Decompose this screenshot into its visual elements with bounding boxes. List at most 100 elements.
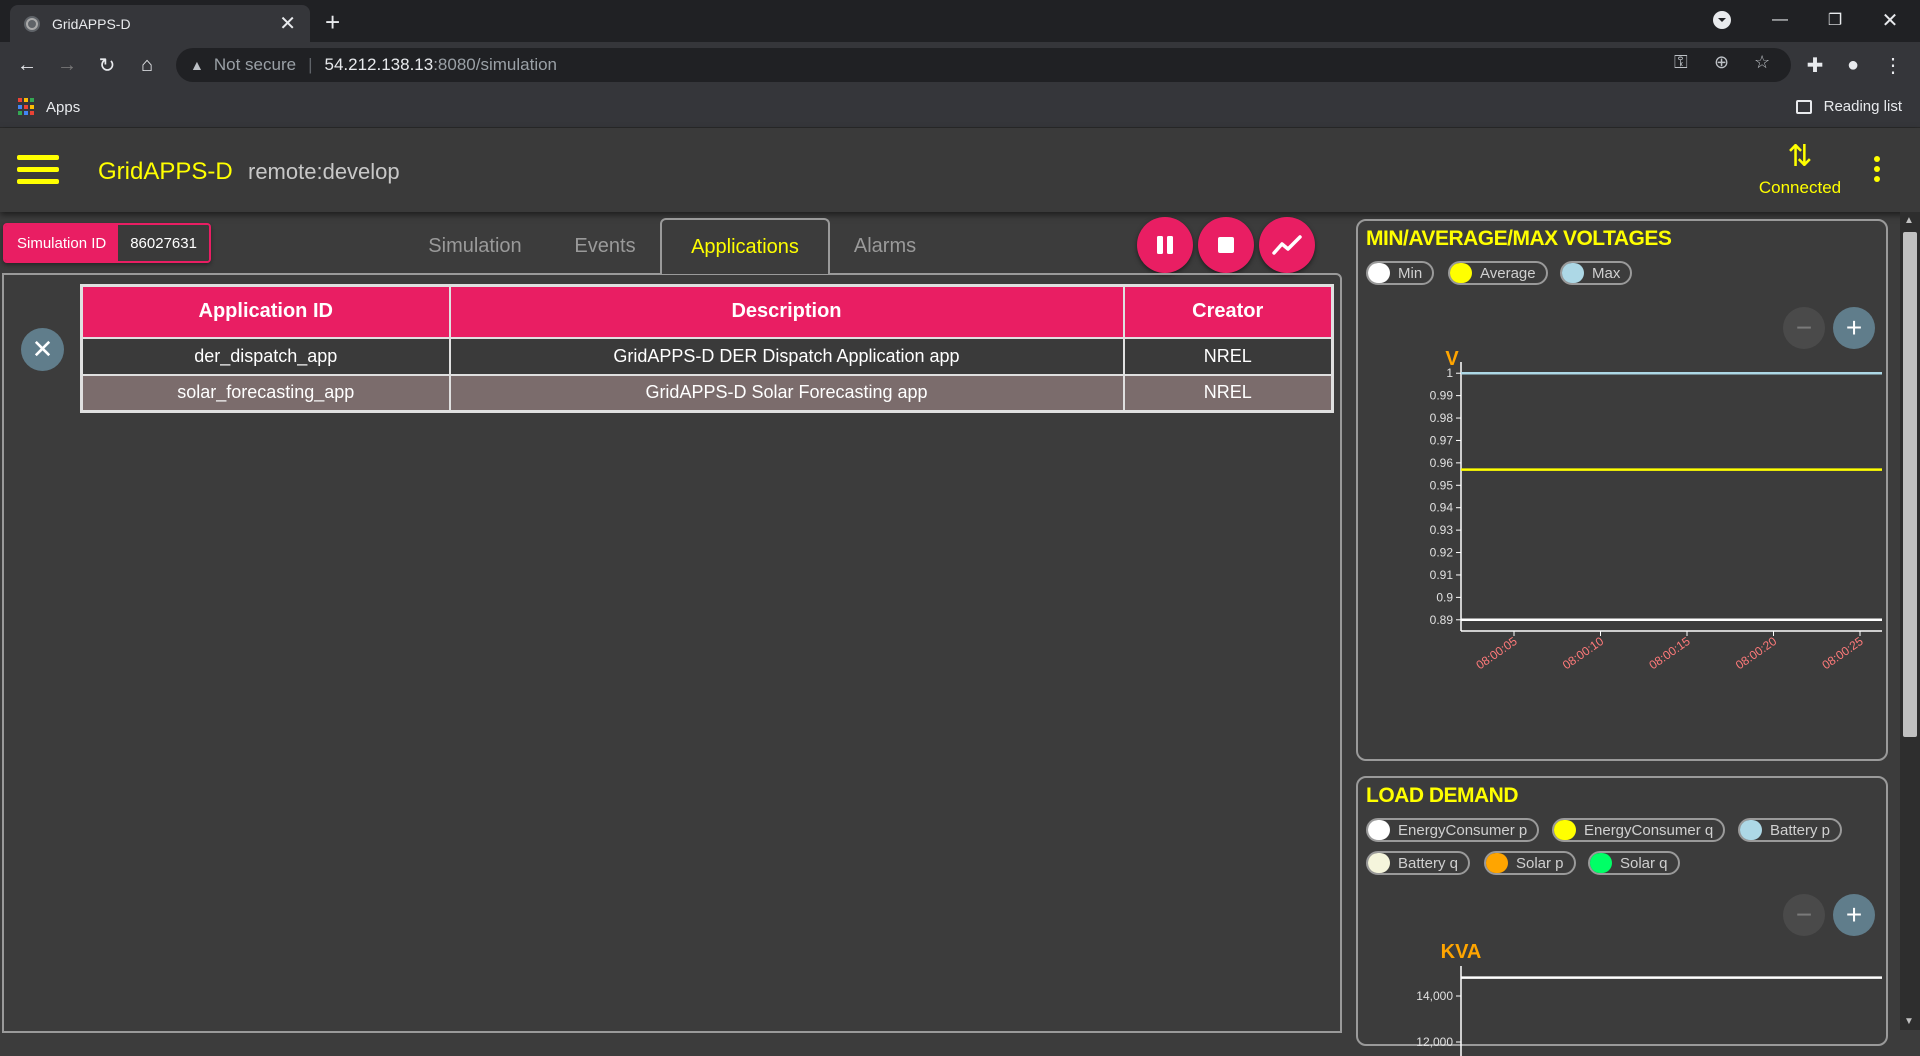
column-header-description[interactable]: Description <box>448 284 1125 339</box>
reading-list-label: Reading list <box>1823 98 1902 115</box>
simulation-id-label: Simulation ID <box>5 225 119 261</box>
load-demand-card: LOAD DEMAND EnergyConsumer p EnergyConsu… <box>1356 776 1888 1056</box>
y-tick-label: 0.92 <box>1430 546 1454 560</box>
x-tick-label: 08:00:20 <box>1733 634 1780 672</box>
profile-icon[interactable]: ● <box>1838 50 1868 80</box>
tab-alarms[interactable]: Alarms <box>830 218 940 274</box>
legend-toggle-battery-q[interactable]: Battery q <box>1366 851 1471 875</box>
minimize-icon[interactable]: — <box>1760 0 1800 40</box>
x-tick-label: 08:00:10 <box>1560 634 1607 672</box>
stop-button[interactable] <box>1198 217 1254 273</box>
home-icon[interactable]: ⌂ <box>132 50 162 80</box>
legend-toggle-solar-q[interactable]: Solar q <box>1588 851 1680 875</box>
legend-label: Solar p <box>1516 854 1564 872</box>
extensions-icon[interactable]: ✚ <box>1800 50 1830 80</box>
tab-events[interactable]: Events <box>550 218 660 274</box>
apps-bookmark[interactable]: Apps <box>18 98 80 116</box>
y-tick-label: 14,000 <box>1416 989 1453 1003</box>
close-icon: ✕ <box>31 334 54 364</box>
column-header-creator[interactable]: Creator <box>1122 284 1334 339</box>
close-panel-button[interactable]: ✕ <box>21 328 64 371</box>
y-axis-label: KVA <box>1441 941 1482 963</box>
minus-icon: − <box>1795 312 1813 343</box>
close-tab-icon[interactable]: ✕ <box>279 11 296 36</box>
legend-label: Max <box>1592 264 1621 282</box>
more-vert-icon[interactable] <box>1874 156 1884 186</box>
plus-icon: + <box>1845 899 1863 930</box>
url-field[interactable]: ▲ Not secure | 54.212.138.13 :8080/simul… <box>176 48 1791 82</box>
y-tick-label: 0.97 <box>1430 433 1454 447</box>
show-plots-button[interactable] <box>1259 217 1315 273</box>
connection-status[interactable]: ⇅ Connected <box>1755 142 1845 198</box>
globe-icon <box>24 15 40 32</box>
browser-tab-strip: GridAPPS-D ✕ + — ❐ ✕ <box>0 0 1920 42</box>
table-row[interactable]: solar_forecasting_app GridAPPS-D Solar F… <box>80 373 1334 413</box>
reading-list-button[interactable]: Reading list <box>1795 98 1902 115</box>
legend-toggle-energyconsumer-p[interactable]: EnergyConsumer p <box>1366 818 1540 842</box>
apps-label: Apps <box>46 98 81 116</box>
back-icon[interactable]: ← <box>12 50 42 80</box>
column-header-application-id[interactable]: Application ID <box>80 284 451 339</box>
legend-label: EnergyConsumer p <box>1398 821 1528 839</box>
forward-icon[interactable]: → <box>52 50 82 80</box>
legend-toggle-solar-p[interactable]: Solar p <box>1484 851 1576 875</box>
simulation-id-badge: Simulation ID 86027631 <box>3 223 211 263</box>
scroll-down-icon[interactable]: ▼ <box>1904 1016 1914 1027</box>
cell-description: GridAPPS-D Solar Forecasting app <box>448 373 1125 413</box>
legend-toggle-max[interactable]: Max <box>1560 261 1633 285</box>
legend-swatch <box>1450 263 1472 283</box>
browser-tab[interactable]: GridAPPS-D ✕ <box>10 5 310 42</box>
stop-icon <box>1218 237 1234 253</box>
voltage-chart: V10.990.980.970.960.950.940.930.920.910.… <box>1430 348 1882 672</box>
legend-label: EnergyConsumer q <box>1584 821 1714 839</box>
star-icon[interactable]: ☆ <box>1754 52 1770 73</box>
table-header-row: Application ID Description Creator <box>80 284 1334 339</box>
legend-toggle-min[interactable]: Min <box>1366 261 1435 285</box>
legend-swatch <box>1590 853 1612 873</box>
legend-swatch <box>1554 820 1576 840</box>
zoom-out-button[interactable]: − <box>1783 307 1825 349</box>
url-path: :8080/simulation <box>433 55 558 74</box>
legend-toggle-energyconsumer-q[interactable]: EnergyConsumer q <box>1552 818 1726 842</box>
zoom-out-button[interactable]: − <box>1783 894 1825 936</box>
legend-swatch <box>1368 263 1390 283</box>
applications-table: Application ID Description Creator der_d… <box>80 284 1334 413</box>
zoom-in-button[interactable]: + <box>1833 307 1875 349</box>
legend-toggle-average[interactable]: Average <box>1448 261 1548 285</box>
new-tab-icon[interactable]: + <box>325 7 340 38</box>
legend-swatch <box>1368 853 1390 873</box>
profile-dropdown-icon[interactable] <box>1705 0 1739 40</box>
legend-label: Battery q <box>1398 854 1459 872</box>
page-scrollbar[interactable]: ▲ ▼ <box>1900 212 1920 1030</box>
close-window-icon[interactable]: ✕ <box>1870 0 1910 40</box>
scrollbar-thumb[interactable] <box>1903 232 1917 737</box>
simulation-id-value: 86027631 <box>118 225 209 261</box>
legend-swatch <box>1486 853 1508 873</box>
tab-simulation[interactable]: Simulation <box>410 218 540 274</box>
app-subtitle: remote:develop <box>248 159 400 184</box>
hamburger-menu-icon[interactable] <box>17 155 59 185</box>
cell-creator: NREL <box>1122 373 1334 413</box>
pause-icon <box>1157 236 1173 254</box>
tab-applications[interactable]: Applications <box>660 218 830 274</box>
key-icon[interactable]: ⚿ <box>1674 52 1688 73</box>
x-tick-label: 08:00:25 <box>1819 634 1866 672</box>
legend-toggle-battery-p[interactable]: Battery p <box>1738 818 1843 842</box>
not-secure-label: Not secure <box>213 55 297 74</box>
app-header: GridAPPS-D remote:develop ⇅ Connected <box>0 128 1920 212</box>
swap-vertical-icon: ⇅ <box>1787 140 1813 173</box>
y-tick-label: 0.95 <box>1430 478 1454 492</box>
trending-icon <box>1272 235 1302 255</box>
load-chart: KVA 14,000 12,000 <box>1416 941 1882 1056</box>
y-tick-label: 0.9 <box>1436 590 1453 604</box>
zoom-in-button[interactable]: + <box>1833 894 1875 936</box>
zoom-icon[interactable]: ⊕ <box>1714 52 1729 73</box>
restore-icon[interactable]: ❐ <box>1815 0 1855 40</box>
cell-application-id: solar_forecasting_app <box>80 373 451 413</box>
table-row[interactable]: der_dispatch_app GridAPPS-D DER Dispatch… <box>80 336 1334 376</box>
browser-menu-icon[interactable]: ⋮ <box>1878 50 1908 80</box>
reload-icon[interactable]: ↻ <box>92 50 122 80</box>
legend-label: Solar q <box>1620 854 1668 872</box>
scroll-up-icon[interactable]: ▲ <box>1904 215 1914 226</box>
pause-button[interactable] <box>1137 217 1193 273</box>
